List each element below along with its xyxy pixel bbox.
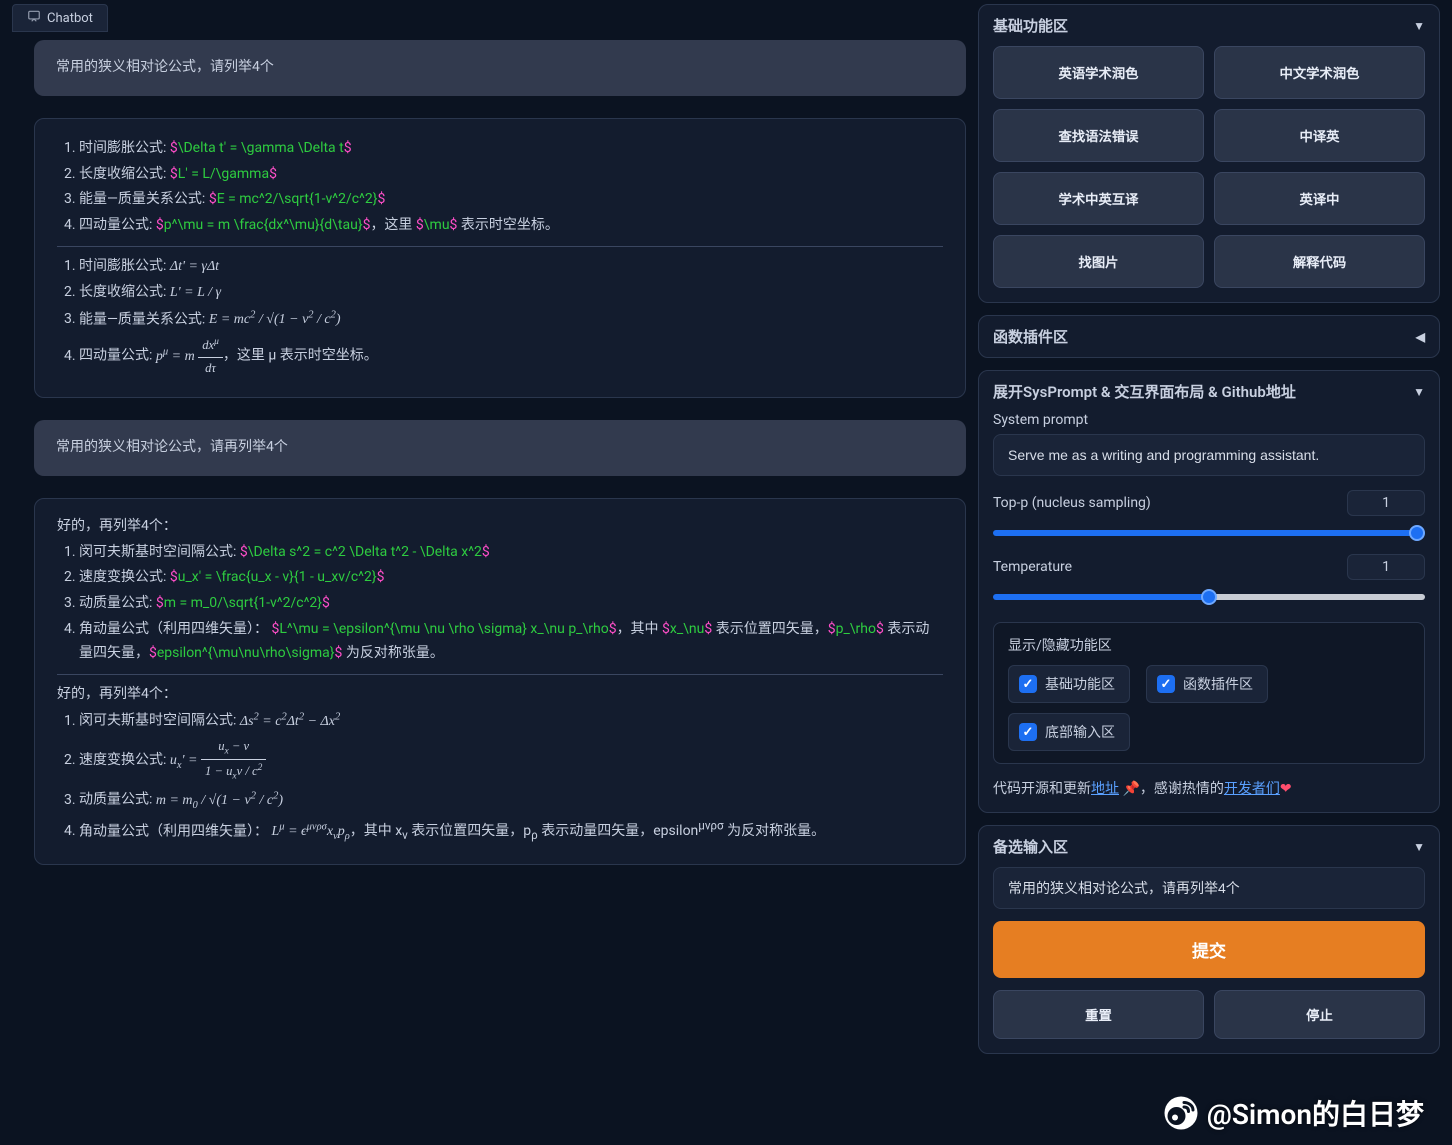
checkbox-checked-icon: ✓ [1019,675,1037,693]
chat-column: Chatbot 常用的狭义相对论公式，请列举4个 时间膨胀公式: $\Delta… [0,0,978,1145]
panel-title: 展开SysPrompt & 交互界面布局 & Github地址 [993,381,1296,402]
chevron-down-icon: ▼ [1413,840,1425,854]
panel-title: 备选输入区 [993,836,1068,857]
fn-en-to-zh[interactable]: 英译中 [1214,172,1425,225]
alt-input[interactable] [993,867,1425,909]
list-item: 角动量公式（利用四维矢量）： Lμ = ϵμνρσxνpρ，其中 xν 表示位置… [79,817,943,846]
topp-label: Top-p (nucleus sampling) [993,495,1151,511]
chevron-down-icon: ▼ [1413,385,1425,399]
stop-button[interactable]: 停止 [1214,990,1425,1039]
user-text: 常用的狭义相对论公式，请列举4个 [56,59,274,75]
footer-line: 代码开源和更新地址 📌，感谢热情的开发者们❤ [993,778,1425,798]
basic-button-grid: 英语学术润色 中文学术润色 查找语法错误 中译英 学术中英互译 英译中 找图片 … [993,46,1425,288]
bot-intro: 好的，再列举4个： [57,515,943,539]
chevron-down-icon: ▼ [1413,19,1425,33]
fn-chinese-polish[interactable]: 中文学术润色 [1214,46,1425,99]
list-item: 长度收缩公式: L' = L / γ [79,281,943,305]
list-item: 闵可夫斯基时空间隔公式: $\Delta s^2 = c^2 \Delta t^… [79,541,943,565]
sys-prompt-label: System prompt [993,412,1425,428]
cb-label: 基础功能区 [1045,674,1115,694]
list-item: 四动量公式: $p^\mu = m \frac{dx^\mu}{d\tau}$，… [79,214,943,238]
list-item: 速度变换公式: $u_x' = \frac{u_x - v}{1 - u_xv/… [79,566,943,590]
divider [57,246,943,247]
bot-message: 好的，再列举4个： 闵可夫斯基时空间隔公式: $\Delta s^2 = c^2… [34,498,966,865]
bot-message: 时间膨胀公式: $\Delta t' = \gamma \Delta t$ 长度… [34,118,966,398]
temperature-slider[interactable] [993,594,1425,600]
checkbox-checked-icon: ✓ [1019,723,1037,741]
list-item: 时间膨胀公式: $\Delta t' = \gamma \Delta t$ [79,137,943,161]
chevron-left-icon: ◀ [1416,330,1425,344]
pin-icon: 📌 [1122,781,1139,797]
panel-advanced-header[interactable]: 展开SysPrompt & 交互界面布局 & Github地址 ▼ [993,381,1425,402]
topp-slider[interactable] [993,530,1425,536]
temperature-label: Temperature [993,559,1072,575]
chat-icon [27,9,41,27]
panel-input-header[interactable]: 备选输入区 ▼ [993,836,1425,857]
heart-icon: ❤ [1280,781,1292,797]
devs-link[interactable]: 开发者们 [1224,781,1280,797]
panel-plugins-header[interactable]: 函数插件区 ◀ [993,326,1425,347]
list-item: 能量—质量关系公式: E = mc2 / √(1 − v2 / c2) [79,307,943,332]
list-item: 长度收缩公式: $L' = L/\gamma$ [79,163,943,187]
rendered-list: 闵可夫斯基时空间隔公式: Δs2 = c2Δt2 − Δx2 速度变换公式: u… [79,708,943,845]
panel-basic: 基础功能区 ▼ 英语学术润色 中文学术润色 查找语法错误 中译英 学术中英互译 … [978,4,1440,303]
list-item: 能量—质量关系公式: $E = mc^2/\sqrt{1-v^2/c^2}$ [79,188,943,212]
panel-title: 基础功能区 [993,15,1068,36]
list-item: 速度变换公式: ux' = ux − v1 − uxv / c2 [79,736,943,785]
cb-bottom-input[interactable]: ✓ 底部输入区 [1008,713,1130,751]
list-item: 动质量公式: $m = m_0/\sqrt{1-v^2/c^2}$ [79,592,943,616]
cb-label: 函数插件区 [1183,674,1253,694]
visibility-group: 显示/隐藏功能区 ✓ 基础功能区 ✓ 函数插件区 ✓ 底部输入区 [993,622,1425,764]
panel-basic-header[interactable]: 基础功能区 ▼ [993,15,1425,36]
list-item: 四动量公式: pμ = m dxμdτ，这里 μ 表示时空坐标。 [79,334,943,379]
fn-zh-to-en[interactable]: 中译英 [1214,109,1425,162]
divider [57,674,943,675]
side-column: 基础功能区 ▼ 英语学术润色 中文学术润色 查找语法错误 中译英 学术中英互译 … [978,0,1452,1145]
user-message: 常用的狭义相对论公式，请再列举4个 [34,420,966,476]
panel-advanced: 展开SysPrompt & 交互界面布局 & Github地址 ▼ System… [978,370,1440,813]
latex-source-list: 闵可夫斯基时空间隔公式: $\Delta s^2 = c^2 \Delta t^… [79,541,943,666]
user-text: 常用的狭义相对论公式，请再列举4个 [56,439,288,455]
fn-explain-code[interactable]: 解释代码 [1214,235,1425,288]
bot-intro: 好的，再列举4个： [57,683,943,707]
fn-academic-trans[interactable]: 学术中英互译 [993,172,1204,225]
temperature-row: Temperature 1 [993,554,1425,604]
checkbox-checked-icon: ✓ [1157,675,1175,693]
tab-bar: Chatbot [12,4,966,32]
reset-button[interactable]: 重置 [993,990,1204,1039]
panel-title: 函数插件区 [993,326,1068,347]
fn-grammar-check[interactable]: 查找语法错误 [993,109,1204,162]
temperature-value[interactable]: 1 [1347,554,1425,580]
sys-prompt-input[interactable] [993,434,1425,476]
rendered-list: 时间膨胀公式: Δt' = γΔt 长度收缩公式: L' = L / γ 能量—… [79,255,943,379]
topp-row: Top-p (nucleus sampling) 1 [993,490,1425,540]
cb-basic-area[interactable]: ✓ 基础功能区 [1008,665,1130,703]
cb-plugin-area[interactable]: ✓ 函数插件区 [1146,665,1268,703]
tab-label: Chatbot [47,11,93,26]
submit-button[interactable]: 提交 [993,921,1425,978]
visibility-header: 显示/隐藏功能区 [1008,635,1410,655]
cb-label: 底部输入区 [1045,722,1115,742]
list-item: 闵可夫斯基时空间隔公式: Δs2 = c2Δt2 − Δx2 [79,708,943,733]
latex-source-list: 时间膨胀公式: $\Delta t' = \gamma \Delta t$ 长度… [79,137,943,238]
list-item: 动质量公式: m = m0 / √(1 − v2 / c2) [79,787,943,814]
topp-value[interactable]: 1 [1347,490,1425,516]
repo-link[interactable]: 地址 [1091,781,1119,797]
fn-english-polish[interactable]: 英语学术润色 [993,46,1204,99]
user-message: 常用的狭义相对论公式，请列举4个 [34,40,966,96]
panel-input: 备选输入区 ▼ 提交 重置 停止 [978,825,1440,1054]
list-item: 时间膨胀公式: Δt' = γΔt [79,255,943,279]
fn-find-image[interactable]: 找图片 [993,235,1204,288]
tab-chatbot[interactable]: Chatbot [12,4,108,32]
list-item: 角动量公式（利用四维矢量）： $L^\mu = \epsilon^{\mu \n… [79,618,943,666]
panel-plugins: 函数插件区 ◀ [978,315,1440,358]
